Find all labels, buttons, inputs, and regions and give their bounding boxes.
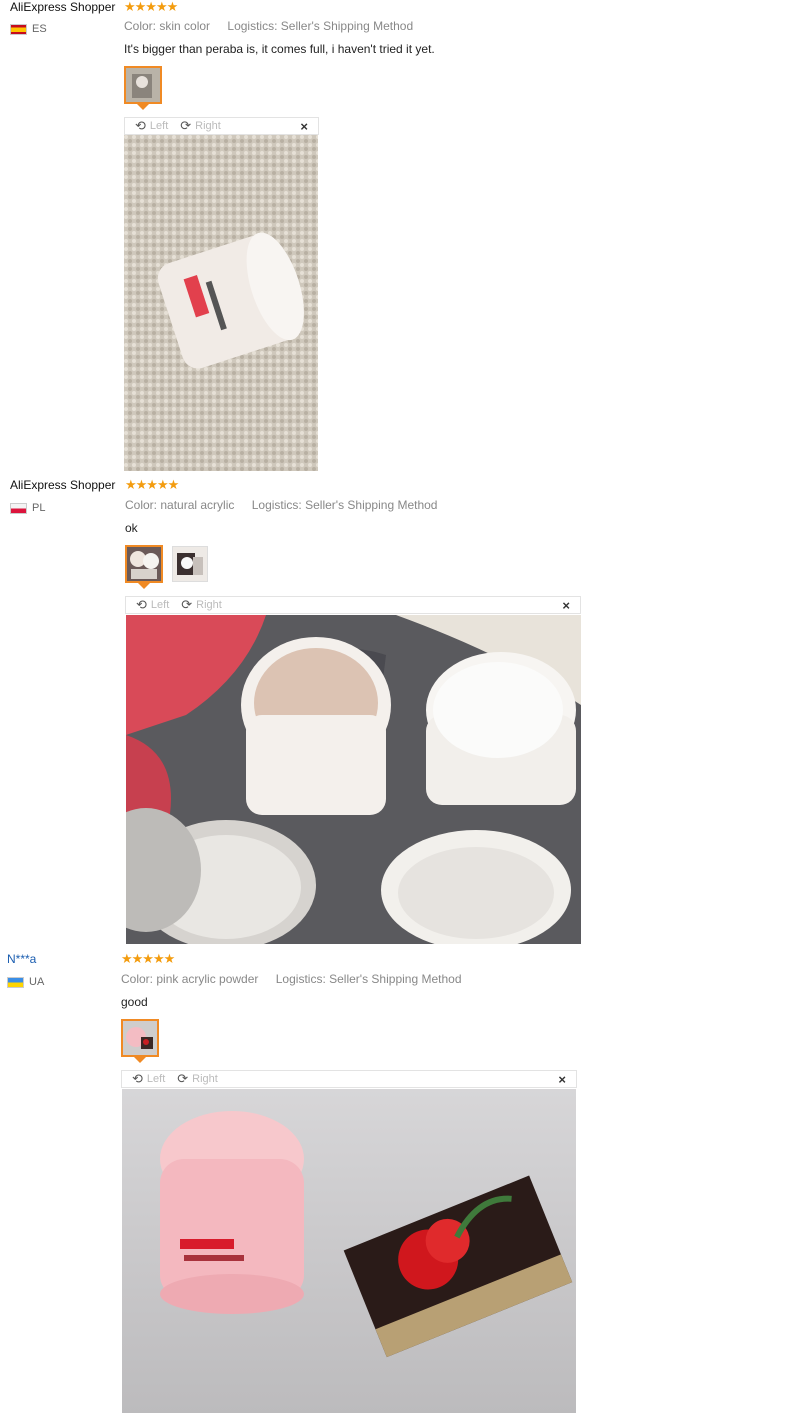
review-photo: [122, 1089, 576, 1413]
review-text: good: [121, 995, 148, 1009]
star-rating: ★★★★★: [125, 477, 179, 492]
color-value: natural acrylic: [160, 498, 235, 512]
color-label: Color:: [124, 19, 157, 33]
close-icon[interactable]: ×: [562, 598, 570, 613]
thumbnail-pointer: [138, 583, 150, 589]
image-viewer-toolbar: ⟲ Left ⟳ Right ×: [124, 117, 319, 135]
rotate-left-icon[interactable]: ⟲: [136, 597, 147, 613]
close-icon[interactable]: ×: [558, 1072, 566, 1087]
color-value: pink acrylic powder: [156, 972, 259, 986]
review-text: ok: [125, 521, 138, 535]
rotate-right-button[interactable]: Right: [192, 1073, 218, 1085]
country-code: UA: [29, 976, 45, 989]
reviewer-name[interactable]: AliExpress Shopper: [10, 478, 115, 492]
logistics-value: Seller's Shipping Method: [280, 19, 414, 33]
rotate-left-button[interactable]: Left: [151, 599, 169, 611]
image-viewer-toolbar: ⟲ Left ⟳ Right ×: [125, 596, 581, 614]
country-code: PL: [32, 502, 46, 515]
review-attributes: Color: natural acrylic Logistics: Seller…: [125, 498, 437, 512]
rotate-left-icon[interactable]: ⟲: [135, 118, 146, 134]
review-photo-thumbnail[interactable]: [172, 546, 208, 582]
reviewer-name[interactable]: AliExpress Shopper: [10, 0, 115, 14]
color-label: Color:: [121, 972, 154, 986]
review-photo-thumbnail[interactable]: [124, 66, 162, 104]
rotate-right-icon[interactable]: ⟳: [177, 1071, 188, 1087]
rotate-right-button[interactable]: Right: [196, 599, 222, 611]
close-icon[interactable]: ×: [300, 119, 308, 134]
review-attributes: Color: skin color Logistics: Seller's Sh…: [124, 19, 413, 33]
review-photo-thumbnail[interactable]: [121, 1019, 159, 1057]
logistics-value: Seller's Shipping Method: [305, 498, 438, 512]
logistics-label: Logistics:: [251, 498, 302, 512]
rotate-right-icon[interactable]: ⟳: [181, 597, 192, 613]
review-photo: [126, 615, 581, 944]
rotate-right-icon[interactable]: ⟳: [180, 118, 191, 134]
reviewer-country: UA: [7, 976, 44, 988]
star-rating: ★★★★★: [124, 0, 178, 14]
color-label: Color:: [125, 498, 158, 512]
thumbnail-pointer: [134, 1057, 146, 1063]
rotate-left-icon[interactable]: ⟲: [132, 1071, 143, 1087]
color-value: skin color: [159, 19, 211, 33]
rotate-right-button[interactable]: Right: [195, 120, 221, 132]
reviewer-country: ES: [10, 23, 47, 35]
reviewer-country: PL: [10, 502, 45, 514]
review-photo-thumbnail[interactable]: [125, 545, 163, 583]
logistics-label: Logistics:: [275, 972, 326, 986]
country-code: ES: [32, 23, 47, 36]
rotate-left-button[interactable]: Left: [147, 1073, 165, 1085]
flag-pl-icon: [10, 502, 27, 514]
flag-ua-icon: [7, 976, 24, 988]
rotate-left-button[interactable]: Left: [150, 120, 168, 132]
logistics-value: Seller's Shipping Method: [329, 972, 462, 986]
review-photo: [124, 135, 318, 471]
star-rating: ★★★★★: [121, 951, 175, 966]
reviewer-name[interactable]: N***a: [7, 952, 36, 966]
review-attributes: Color: pink acrylic powder Logistics: Se…: [121, 972, 462, 986]
thumbnail-pointer: [137, 104, 149, 110]
flag-es-icon: [10, 23, 27, 35]
image-viewer-toolbar: ⟲ Left ⟳ Right ×: [121, 1070, 577, 1088]
review-text: It's bigger than peraba is, it comes ful…: [124, 42, 435, 56]
logistics-label: Logistics:: [227, 19, 278, 33]
